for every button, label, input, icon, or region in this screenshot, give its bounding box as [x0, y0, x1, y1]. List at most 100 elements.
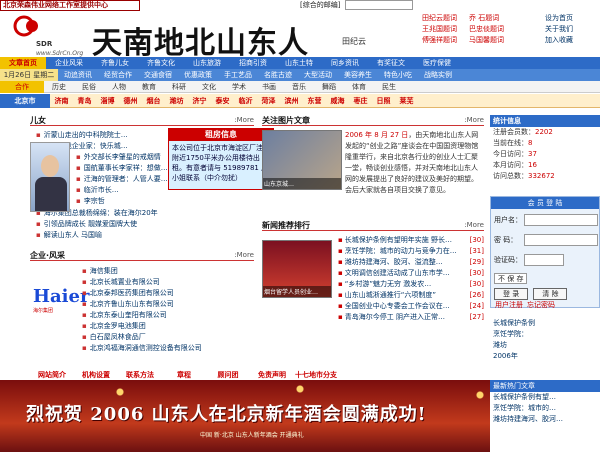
sub-nav-item[interactable]: 名胜古迹	[258, 69, 298, 81]
list-item[interactable]: 北京泰邦医药集团有限公司	[82, 288, 254, 299]
inscription-link[interactable]: 巴忠倓题词	[469, 25, 504, 33]
rank-row[interactable]: ▪ 山东山城淅通推行“六项制度” [26]	[338, 290, 484, 301]
nav-item[interactable]: 有奖征文	[368, 57, 414, 69]
person-photo[interactable]	[30, 142, 70, 212]
city-selected[interactable]: 北京市	[0, 94, 50, 108]
side-news-item[interactable]: 长城保护条例	[490, 318, 600, 329]
featured-photo[interactable]: 山东京城…	[262, 130, 342, 190]
city-item[interactable]: 济宁	[188, 94, 211, 108]
sub-nav-item[interactable]: 大型活动	[298, 69, 338, 81]
about-us-link[interactable]: 关于我们	[545, 24, 600, 35]
city-item[interactable]: 莱芜	[395, 94, 418, 108]
city-item[interactable]: 菏泽	[257, 94, 280, 108]
sub-nav-item[interactable]: 优惠政策	[178, 69, 218, 81]
sub-nav-item[interactable]: 手工艺品	[218, 69, 258, 81]
recent-item[interactable]: 长城保护条例有望…	[490, 392, 600, 403]
nav-item[interactable]: 企业风采	[46, 57, 92, 69]
sub-nav-item[interactable]: 动追资讯	[58, 69, 98, 81]
rank-row[interactable]: ▪ 全国创业中心专委会工作会议在… [24]	[338, 301, 484, 312]
city-item[interactable]: 滨州	[280, 94, 303, 108]
city-item[interactable]: 德州	[119, 94, 142, 108]
more-link[interactable]: :More	[234, 115, 254, 126]
nav-item[interactable]: 山东旅游	[184, 57, 230, 69]
register-link[interactable]: 用户注册	[495, 301, 523, 309]
inscription-link[interactable]: 田纪云题词	[422, 14, 457, 22]
search-input[interactable]	[345, 0, 413, 10]
category-item[interactable]: 体育	[344, 81, 374, 93]
city-item[interactable]: 临沂	[234, 94, 257, 108]
rank-row[interactable]: ▪ “乡村游”魅力无穷 激发农… [30]	[338, 279, 484, 290]
captcha-input[interactable]	[524, 254, 564, 266]
category-item[interactable]: 音乐	[284, 81, 314, 93]
sub-nav-item[interactable]: 战略实例	[418, 69, 458, 81]
list-item[interactable]: 白石屋凤林食品厂	[82, 332, 254, 343]
nav-item[interactable]: 齐鲁儿女	[92, 57, 138, 69]
set-homepage-link[interactable]: 设为首页	[545, 13, 600, 24]
category-item[interactable]: 文化	[194, 81, 224, 93]
sub-nav-item[interactable]: 经贸合作	[98, 69, 138, 81]
footer-link[interactable]: 免责声明	[250, 370, 294, 380]
list-item[interactable]: 引领品牌成长 靓媒爱国牌大使	[36, 219, 256, 230]
ranking-photo[interactable]: 烟台留学人员创业…	[262, 240, 332, 298]
remember-select[interactable]: 不 保 存	[494, 273, 528, 284]
category-item[interactable]: 民生	[374, 81, 404, 93]
nav-item[interactable]: 同乡资讯	[322, 57, 368, 69]
list-item[interactable]: 海信集团	[82, 266, 254, 277]
username-input[interactable]	[524, 214, 598, 226]
city-item[interactable]: 潍坊	[165, 94, 188, 108]
nav-item[interactable]: 医疗保健	[414, 57, 460, 69]
inscription-link[interactable]: 傅强祥题词	[422, 36, 457, 44]
side-news-item[interactable]: 潍坊	[490, 340, 600, 351]
side-news-item[interactable]: 烹饪学院：	[490, 329, 600, 340]
site-logo[interactable]	[10, 14, 48, 42]
login-button[interactable]: 登 录	[494, 288, 529, 300]
nav-item[interactable]: 山东土特	[276, 57, 322, 69]
side-news-item[interactable]: 2006年	[490, 351, 600, 362]
footer-link[interactable]: 机构设置	[74, 370, 118, 380]
nav-item[interactable]: 齐鲁文化	[138, 57, 184, 69]
clear-button[interactable]: 清 除	[533, 288, 568, 300]
footer-link[interactable]: 章程	[162, 370, 206, 380]
add-favorite-link[interactable]: 加入收藏	[545, 35, 600, 46]
category-item[interactable]: 历史	[44, 81, 74, 93]
footer-link[interactable]: 十七地市分支	[294, 370, 338, 380]
category-item[interactable]: 人物	[104, 81, 134, 93]
list-item[interactable]: 北京金罗电池集团	[82, 321, 254, 332]
inscription-link[interactable]: 乔 石题词	[469, 14, 499, 22]
footer-link[interactable]: 网站简介	[30, 370, 74, 380]
city-item[interactable]: 济南	[50, 94, 73, 108]
nav-item[interactable]: 文章首页	[0, 57, 46, 69]
more-link[interactable]: :More	[464, 220, 484, 231]
category-item[interactable]: 合作	[0, 81, 44, 93]
list-item[interactable]: 解读山东人 马国喻	[36, 230, 256, 241]
city-item[interactable]: 淄博	[96, 94, 119, 108]
rank-row[interactable]: ▪ 烹饪学院：城市的动力与竞争力在… [31]	[338, 246, 484, 257]
city-item[interactable]: 威海	[326, 94, 349, 108]
list-item[interactable]: 北京齐鲁山东山东有限公司	[82, 299, 254, 310]
rank-row[interactable]: ▪ 青岛海尔今停工 阴产进入正常… [27]	[338, 312, 484, 323]
city-item[interactable]: 枣庄	[349, 94, 372, 108]
rental-notice-popup[interactable]: 租房信息 本公司位于北京市海淀区厂洼街附近1750平米办公用楼待出租。有意者请与…	[168, 128, 274, 190]
list-item[interactable]: 北京鸿福海洞通信测控设备有限公司	[82, 343, 254, 354]
city-item[interactable]: 东营	[303, 94, 326, 108]
city-item[interactable]: 泰安	[211, 94, 234, 108]
forgot-password-link[interactable]: 忘记密码	[527, 301, 555, 309]
rank-row[interactable]: ▪ 潍坊持建海河、胶河、溢流整… [29]	[338, 257, 484, 268]
category-item[interactable]: 舞蹈	[314, 81, 344, 93]
category-item[interactable]: 学术	[224, 81, 254, 93]
sub-nav-item[interactable]: 交通食宿	[138, 69, 178, 81]
sub-nav-item[interactable]: 美容养生	[338, 69, 378, 81]
category-item[interactable]: 民俗	[74, 81, 104, 93]
category-item[interactable]: 教育	[134, 81, 164, 93]
list-item[interactable]: 北京长城置业有限公司	[82, 277, 254, 288]
city-item[interactable]: 日照	[372, 94, 395, 108]
nav-item[interactable]: 招商引资	[230, 57, 276, 69]
recent-item[interactable]: 潍坊持建海河、胶河…	[490, 414, 600, 425]
inscription-link[interactable]: 王兆国题词	[422, 25, 457, 33]
recent-item[interactable]: 烹饪学院：城市的…	[490, 403, 600, 414]
footer-link[interactable]: 联系方法	[118, 370, 162, 380]
city-item[interactable]: 烟台	[142, 94, 165, 108]
footer-link[interactable]: 顾问团	[206, 370, 250, 380]
category-item[interactable]: 科研	[164, 81, 194, 93]
more-link[interactable]: :More	[464, 115, 484, 126]
